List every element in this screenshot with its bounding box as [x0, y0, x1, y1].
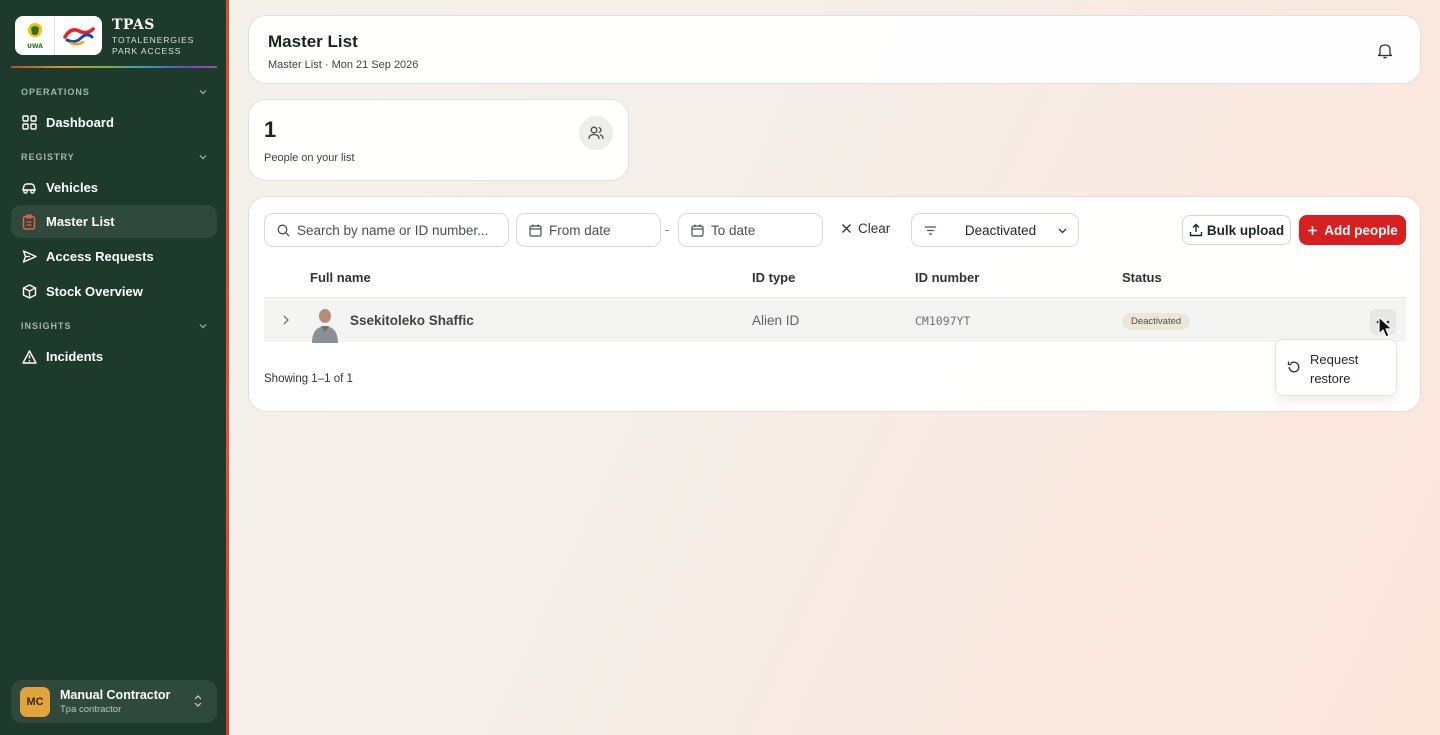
send-icon: [21, 249, 37, 265]
sidebar-item-master-list[interactable]: Master List: [11, 205, 217, 238]
chevron-down-icon: [1057, 225, 1068, 236]
id-type: Alien ID: [752, 313, 800, 328]
column-header-id-type[interactable]: ID type: [752, 270, 795, 285]
sidebar: UWA TPAS TOTALENERGIES PARK ACCESS OPERA…: [0, 0, 229, 735]
section-insights[interactable]: INSIGHTS: [21, 319, 208, 333]
search-placeholder: Search by name or ID number...: [297, 222, 489, 238]
chevron-right-icon[interactable]: [281, 314, 291, 326]
sidebar-item-label: Master List: [46, 214, 115, 229]
restore-icon: [1287, 361, 1300, 373]
section-label: INSIGHTS: [21, 321, 72, 331]
person-name: Ssekitoleko Shaffic: [350, 313, 474, 328]
car-icon: [21, 180, 37, 196]
section-label: OPERATIONS: [21, 87, 90, 97]
to-date-field[interactable]: To date: [678, 213, 823, 247]
filter-lines-icon: [924, 225, 937, 236]
avatar: MC: [20, 686, 50, 717]
sidebar-item-vehicles[interactable]: Vehicles: [11, 171, 217, 204]
pagination-summary: Showing 1–1 of 1: [264, 373, 353, 385]
chevron-updown-icon: [194, 695, 202, 707]
chevron-down-icon: [199, 324, 207, 329]
upload-icon: [1189, 223, 1203, 237]
warning-icon: [21, 349, 37, 365]
page-header: Master List Master List · Mon 21 Sep 202…: [248, 15, 1421, 84]
page-title: Master List: [268, 32, 358, 51]
section-operations[interactable]: OPERATIONS: [21, 85, 208, 99]
sidebar-item-label: Access Requests: [46, 249, 154, 264]
brand-text: TPAS TOTALENERGIES PARK ACCESS: [112, 17, 194, 57]
brand-line1: TOTALENERGIES: [112, 35, 195, 45]
search-input[interactable]: Search by name or ID number...: [264, 213, 509, 247]
add-people-button[interactable]: Add people: [1299, 215, 1406, 245]
close-icon: [841, 223, 852, 234]
sidebar-item-access-requests[interactable]: Access Requests: [11, 240, 217, 273]
chevron-down-icon: [199, 90, 207, 95]
sidebar-item-label: Dashboard: [46, 115, 114, 130]
sidebar-item-stock-overview[interactable]: Stock Overview: [11, 275, 217, 308]
sidebar-item-dashboard[interactable]: Dashboard: [11, 106, 217, 139]
box-icon: [21, 284, 37, 300]
people-icon: [579, 116, 613, 150]
clear-filters-button[interactable]: Clear: [841, 221, 890, 236]
user-account-menu[interactable]: MC Manual Contractor Tpa contractor: [11, 680, 217, 723]
column-header-full-name[interactable]: Full name: [310, 270, 371, 285]
sidebar-item-label: Stock Overview: [46, 284, 143, 299]
bell-icon[interactable]: [1377, 42, 1393, 59]
chevron-down-icon: [199, 155, 207, 160]
uwa-logo-text: UWA: [27, 43, 43, 50]
bulk-upload-label: Bulk upload: [1206, 222, 1285, 238]
bulk-upload-button[interactable]: Bulk upload: [1182, 215, 1291, 245]
sidebar-item-label: Vehicles: [46, 180, 99, 195]
sidebar-item-label: Incidents: [46, 349, 104, 364]
brand-name: TPAS: [112, 17, 155, 33]
row-actions-menu: Request restore: [1275, 339, 1397, 396]
user-name: Manual Contractor: [60, 688, 171, 702]
people-count-label: People on your list: [264, 152, 355, 164]
table-row[interactable]: Ssekitoleko Shaffic Alien ID CM1097YT De…: [264, 297, 1406, 343]
user-role: Tpa contractor: [60, 704, 122, 715]
section-registry[interactable]: REGISTRY: [21, 150, 208, 164]
calendar-icon: [529, 224, 542, 237]
totalenergies-logo: [55, 16, 102, 55]
status-badge: Deactivated: [1122, 313, 1191, 330]
mouse-cursor-icon: [1378, 316, 1393, 338]
brand-logos[interactable]: UWA: [15, 16, 102, 55]
id-number: CM1097YT: [915, 314, 971, 328]
status-filter-select[interactable]: Deactivated: [911, 213, 1079, 247]
from-date-placeholder: From date: [549, 222, 611, 238]
sidebar-item-incidents[interactable]: Incidents: [11, 340, 217, 373]
clear-label: Clear: [858, 221, 891, 236]
person-photo: [309, 305, 341, 343]
status-filter-value: Deactivated: [964, 222, 1037, 238]
column-header-id-number[interactable]: ID number: [915, 270, 979, 285]
to-date-placeholder: To date: [711, 222, 756, 238]
from-date-field[interactable]: From date: [516, 213, 661, 247]
dashboard-grid-icon: [21, 115, 37, 131]
column-header-status[interactable]: Status: [1122, 270, 1162, 285]
search-icon: [277, 224, 290, 237]
people-count-card: 1 People on your list: [248, 99, 629, 181]
uwa-logo: UWA: [15, 16, 55, 55]
brand-divider: [11, 66, 217, 68]
date-separator: -: [665, 222, 670, 237]
calendar-icon: [691, 224, 704, 237]
master-list-table-card: Search by name or ID number... From date…: [248, 196, 1421, 412]
plus-icon: [1307, 225, 1318, 236]
add-people-label: Add people: [1324, 222, 1398, 238]
brand-line2: PARK ACCESS: [112, 46, 182, 56]
page-subtitle: Master List · Mon 21 Sep 2026: [268, 59, 419, 71]
menu-item-label: Request restore: [1310, 352, 1359, 386]
people-count: 1: [264, 117, 277, 142]
section-label: REGISTRY: [21, 152, 75, 162]
clipboard-icon: [21, 213, 37, 230]
